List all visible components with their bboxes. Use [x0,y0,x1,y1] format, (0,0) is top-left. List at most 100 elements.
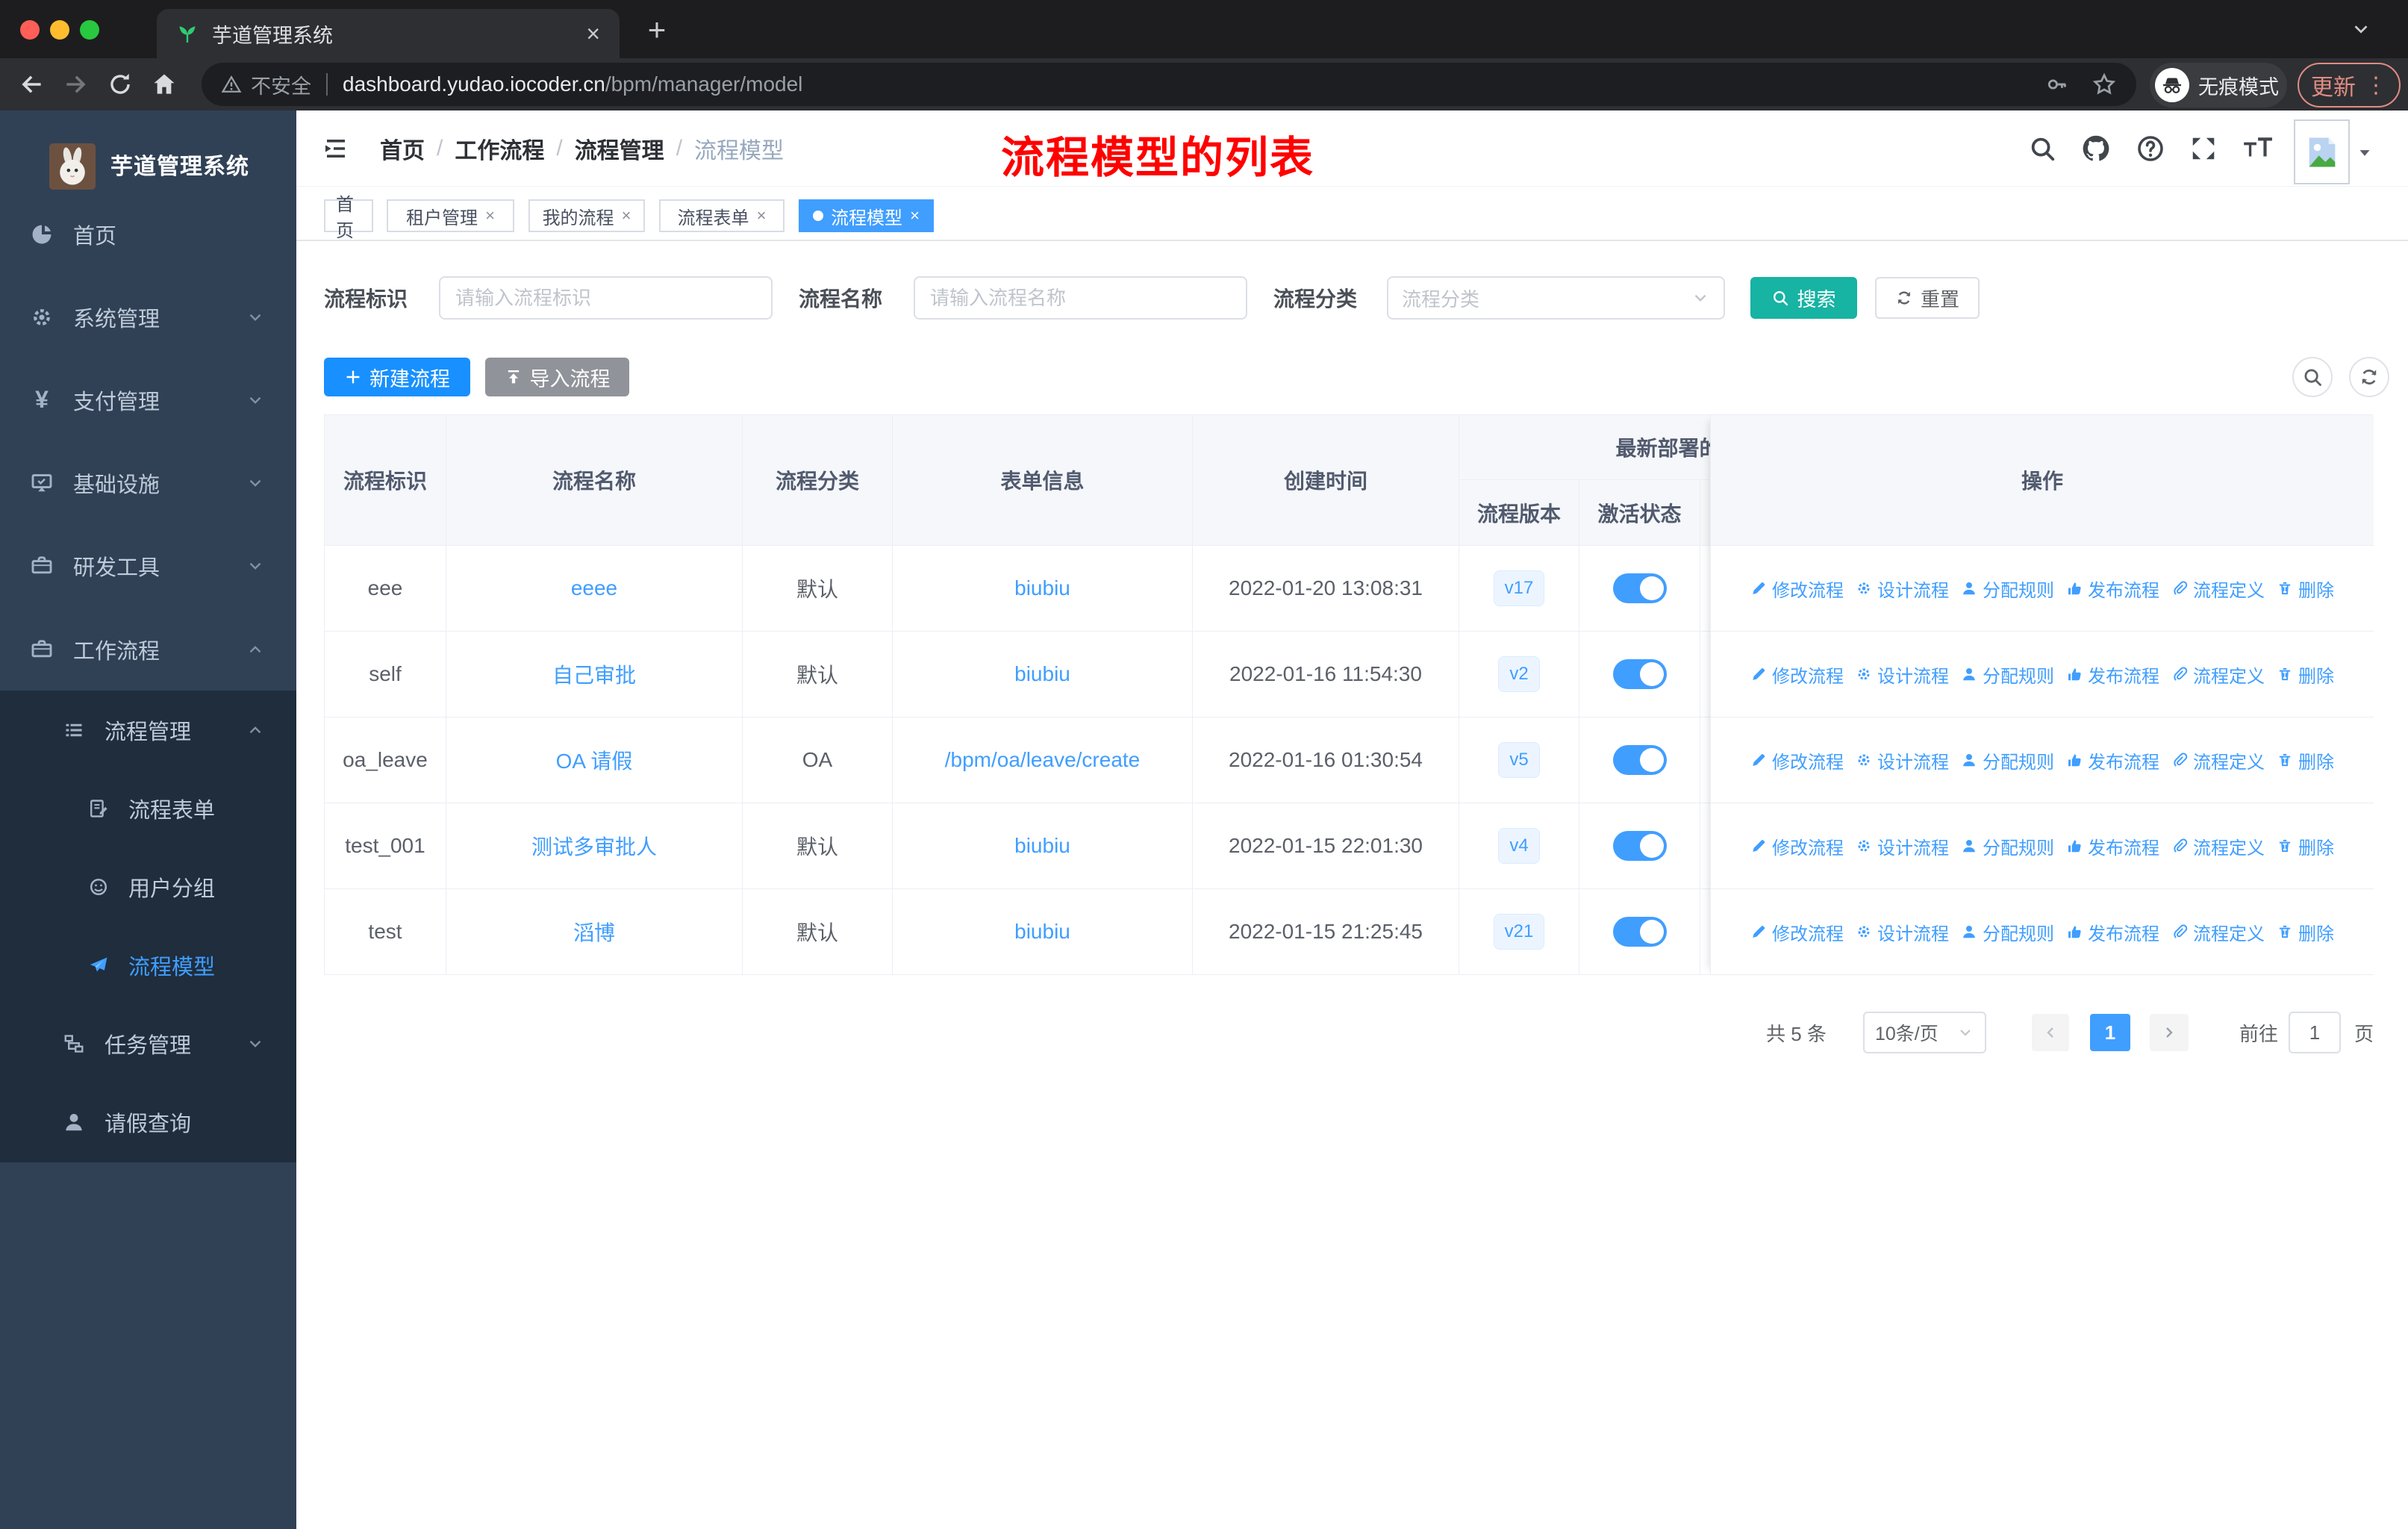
breadcrumb-home[interactable]: 首页 [380,132,425,165]
tag-home[interactable]: 首页 [324,195,373,241]
process-name-link[interactable]: eeee [571,576,617,600]
breadcrumb-workflow[interactable]: 工作流程 [455,132,544,165]
tag-process-model[interactable]: 流程模型 × [799,199,934,232]
maximize-window-button[interactable] [80,20,99,40]
sidebar-item-system[interactable]: 系统管理 [0,275,296,358]
delete-link[interactable]: 删除 [2277,919,2334,945]
version-badge[interactable]: v5 [1498,742,1540,778]
url-bar[interactable]: 不安全 dashboard.yudao.iocoder.cn /bpm/mana… [202,63,2136,106]
design-process-link[interactable]: 设计流程 [1856,661,1949,688]
tag-my-process[interactable]: 我的流程 × [528,199,645,232]
design-process-link[interactable]: 设计流程 [1856,919,1949,945]
github-icon[interactable] [2080,133,2112,164]
delete-link[interactable]: 删除 [2277,576,2334,602]
publish-process-link[interactable]: 发布流程 [2066,919,2159,945]
tab-search-chevron-icon[interactable] [2350,18,2372,44]
back-icon[interactable] [18,71,45,98]
process-name-link[interactable]: 滔博 [573,917,615,947]
process-definition-link[interactable]: 流程定义 [2171,661,2265,688]
active-toggle[interactable] [1612,745,1667,775]
process-name-input[interactable] [914,276,1247,320]
import-process-button[interactable]: 导入流程 [485,358,629,396]
form-info-link[interactable]: biubiu [1014,920,1070,944]
sidebar-item-infrastructure[interactable]: 基础设施 [0,441,296,524]
bookmark-star-icon[interactable] [2092,72,2117,97]
delete-link[interactable]: 删除 [2277,747,2334,773]
minimize-window-button[interactable] [50,20,69,40]
publish-process-link[interactable]: 发布流程 [2066,833,2159,859]
sidebar-item-workflow[interactable]: 工作流程 [0,608,296,691]
process-definition-link[interactable]: 流程定义 [2171,833,2265,859]
sidebar-fold-icon[interactable] [321,134,351,164]
sidebar-item-task-management[interactable]: 任务管理 [0,1004,296,1083]
edit-process-link[interactable]: 修改流程 [1750,576,1844,602]
assign-rule-link[interactable]: 分配规则 [1961,576,2054,602]
sidebar-item-home[interactable]: 首页 [0,193,296,275]
help-question-icon[interactable] [2136,134,2165,164]
active-toggle[interactable] [1612,659,1667,689]
design-process-link[interactable]: 设计流程 [1856,833,1949,859]
search-icon[interactable] [2028,134,2056,163]
delete-link[interactable]: 删除 [2277,833,2334,859]
process-definition-link[interactable]: 流程定义 [2171,576,2265,602]
form-info-link[interactable]: /bpm/oa/leave/create [945,748,1141,772]
active-toggle[interactable] [1612,831,1667,861]
page-size-select[interactable]: 10条/页 [1863,1012,1986,1053]
new-tab-button[interactable]: + [639,12,675,48]
password-key-icon[interactable] [2045,72,2069,96]
avatar-caret-down-icon[interactable] [2355,143,2374,163]
form-info-link[interactable]: biubiu [1014,834,1070,858]
reload-icon[interactable] [107,72,133,97]
assign-rule-link[interactable]: 分配规则 [1961,661,2054,688]
process-name-link[interactable]: OA 请假 [556,745,633,775]
browser-update-menu[interactable]: 更新 ⋮ [2298,63,2401,108]
reset-button[interactable]: 重置 [1875,277,1980,319]
active-toggle[interactable] [1612,573,1667,603]
tag-process-form[interactable]: 流程表单 × [659,199,785,232]
design-process-link[interactable]: 设计流程 [1856,747,1949,773]
publish-process-link[interactable]: 发布流程 [2066,661,2159,688]
prev-page-button[interactable] [2032,1014,2069,1051]
goto-page-input[interactable] [2289,1012,2341,1053]
show-search-toggle-button[interactable] [2292,357,2333,397]
version-badge[interactable]: v21 [1493,914,1545,950]
next-page-button[interactable] [2150,1014,2189,1051]
browser-tab[interactable]: 芋道管理系统 × [157,9,620,58]
sidebar-item-process-model[interactable]: 流程模型 [0,926,296,1004]
breadcrumb-process-management[interactable]: 流程管理 [575,132,664,165]
sidebar-item-payment[interactable]: ¥ 支付管理 [0,358,296,441]
edit-process-link[interactable]: 修改流程 [1750,747,1844,773]
process-key-input[interactable] [439,276,773,320]
assign-rule-link[interactable]: 分配规则 [1961,747,2054,773]
tag-close-icon[interactable]: × [622,206,631,225]
fullscreen-icon[interactable] [2189,134,2218,163]
form-info-link[interactable]: biubiu [1014,576,1070,600]
delete-link[interactable]: 删除 [2277,661,2334,688]
publish-process-link[interactable]: 发布流程 [2066,747,2159,773]
forward-icon[interactable] [63,71,90,98]
search-button[interactable]: 搜索 [1750,277,1857,319]
process-name-link[interactable]: 自己审批 [552,659,636,689]
tag-close-icon[interactable]: × [757,206,767,225]
version-badge[interactable]: v4 [1498,828,1540,864]
create-process-button[interactable]: 新建流程 [324,358,470,396]
process-definition-link[interactable]: 流程定义 [2171,919,2265,945]
active-toggle[interactable] [1612,917,1667,947]
process-category-select[interactable]: 流程分类 [1387,276,1725,320]
tab-close-icon[interactable]: × [586,20,600,48]
edit-process-link[interactable]: 修改流程 [1750,919,1844,945]
edit-process-link[interactable]: 修改流程 [1750,661,1844,688]
process-name-link[interactable]: 测试多审批人 [531,831,657,861]
tag-close-icon[interactable]: × [485,206,495,225]
sidebar-item-process-management[interactable]: 流程管理 [0,691,296,769]
refresh-table-button[interactable] [2349,357,2389,397]
font-size-icon[interactable] [2242,133,2273,164]
tag-close-icon[interactable]: × [910,206,920,225]
sidebar-item-user-group[interactable]: 用户分组 [0,847,296,926]
version-badge[interactable]: v2 [1498,656,1540,692]
process-definition-link[interactable]: 流程定义 [2171,747,2265,773]
form-info-link[interactable]: biubiu [1014,662,1070,686]
edit-process-link[interactable]: 修改流程 [1750,833,1844,859]
sidebar-item-dev-tools[interactable]: 研发工具 [0,524,296,607]
user-avatar[interactable] [2294,119,2350,184]
